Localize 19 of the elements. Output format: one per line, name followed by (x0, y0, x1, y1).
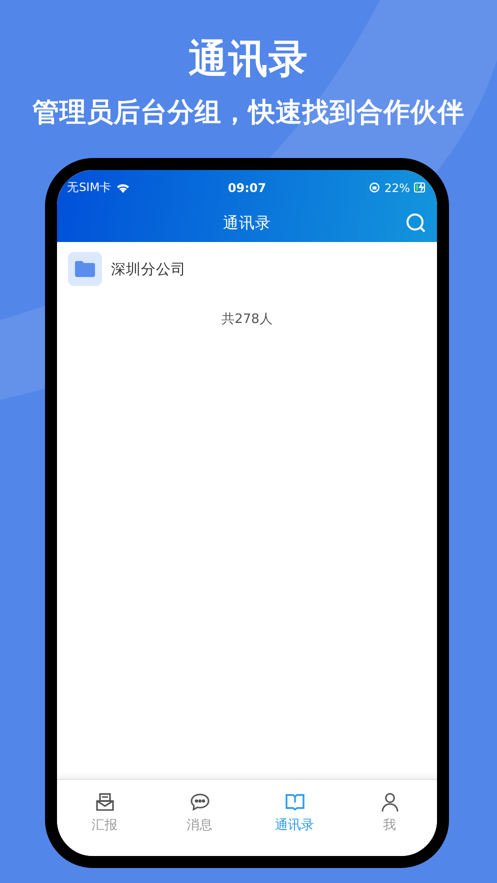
tagline: 管理员后台分组，快速找到合作伙伴 (32, 96, 464, 130)
inbox-icon (94, 793, 114, 811)
search-button[interactable] (405, 212, 427, 234)
wifi-icon (116, 182, 130, 193)
member-count: 共278人 (220, 311, 274, 328)
headline: 通讯录 (188, 36, 308, 84)
clock-time: 09:07 (228, 180, 266, 194)
tab-bar-item[interactable]: 消息 (152, 780, 247, 844)
screen-title: 通讯录 (223, 213, 271, 234)
book-icon (284, 793, 304, 811)
tab-bar-item[interactable]: 汇报 (57, 780, 152, 844)
tab-bar-item[interactable]: 我 (342, 780, 437, 844)
carrier-name: 无SIM卡 (67, 180, 112, 195)
folder-icon (68, 252, 102, 286)
tab-bar-item[interactable]: 通讯录 (247, 780, 342, 844)
person-icon (380, 792, 400, 812)
chat-bubble-icon (190, 793, 210, 811)
rotation-lock-icon (369, 182, 380, 193)
battery-percentage: 22% (384, 180, 410, 194)
